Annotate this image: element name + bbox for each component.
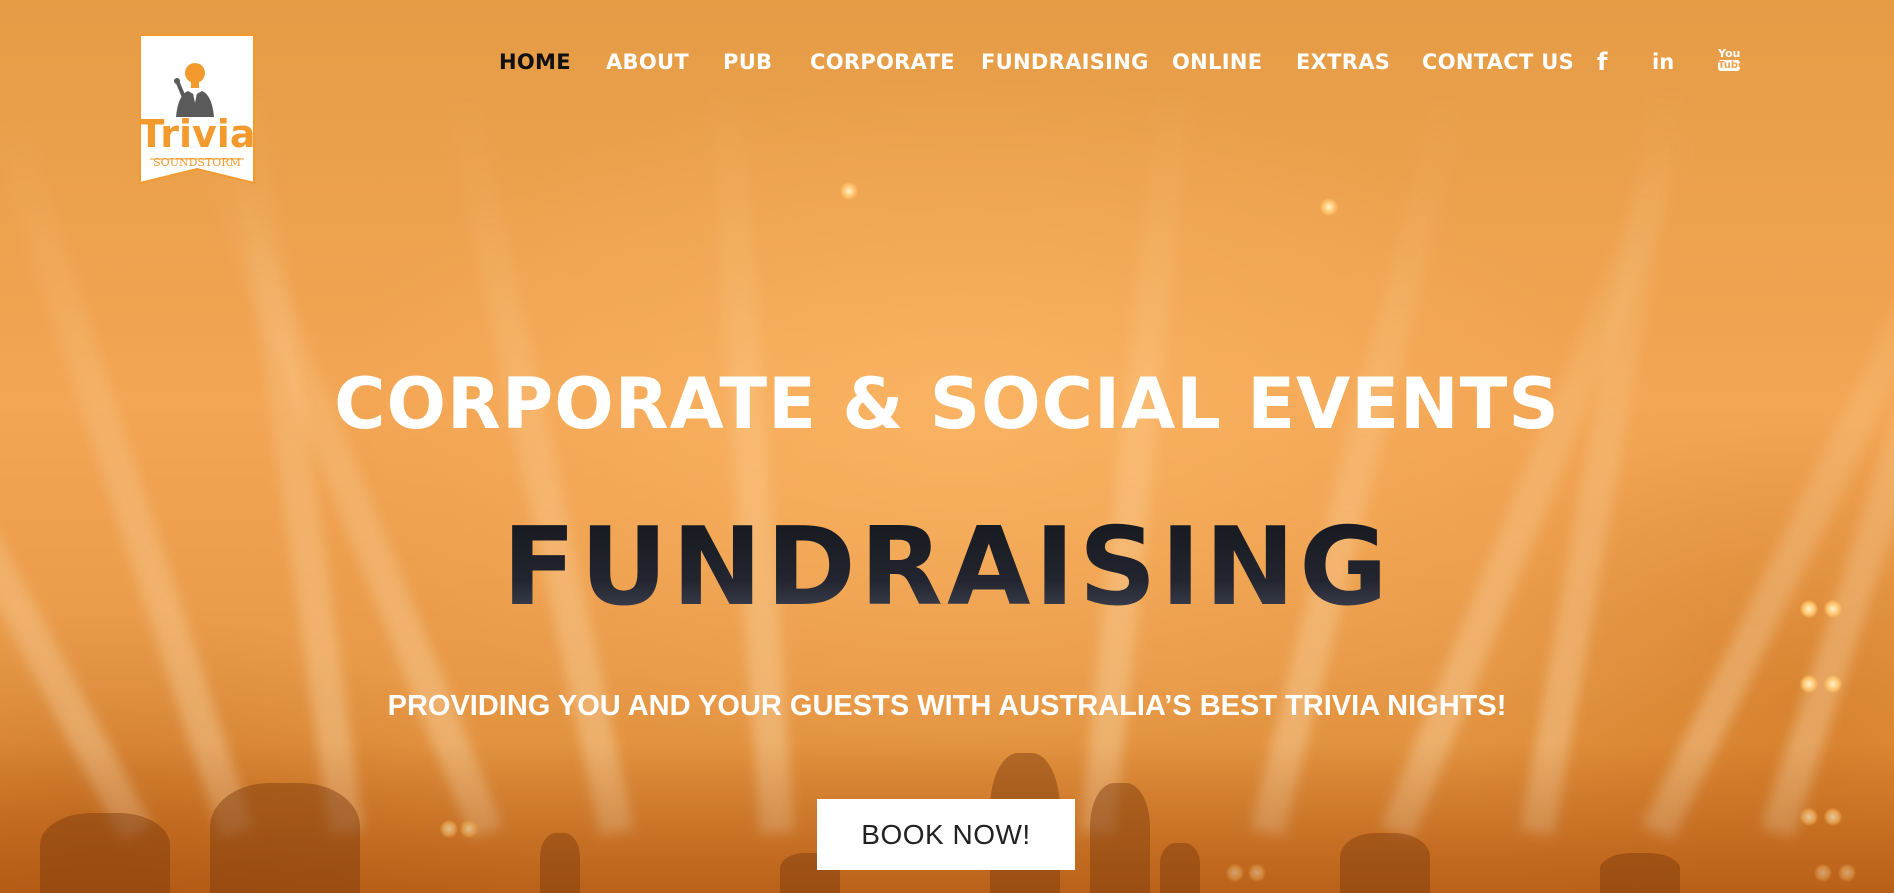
nav-item-online[interactable]: ONLINE — [1172, 50, 1262, 74]
hero-subhead: FUNDRAISING — [0, 508, 1894, 628]
nav-item-contact-us[interactable]: CONTACT US — [1422, 50, 1574, 74]
hero-section: Trivia SOUNDSTORM HOME ABOUT PUB CORPORA… — [0, 0, 1894, 893]
youtube-icon[interactable]: You Tube — [1718, 47, 1745, 71]
youtube-icon-bottom: Tube — [1718, 60, 1745, 71]
hero-headline: CORPORATE & SOCIAL EVENTS — [334, 363, 1560, 445]
youtube-icon-top: You — [1718, 47, 1741, 60]
nav-item-extras[interactable]: EXTRAS — [1296, 50, 1390, 74]
nav-item-fundraising[interactable]: FUNDRAISING — [981, 50, 1149, 74]
svg-text:SOUNDSTORM: SOUNDSTORM — [153, 156, 241, 169]
facebook-icon[interactable]: f — [1597, 48, 1607, 76]
hero-tagline: PROVIDING YOU AND YOUR GUESTS WITH AUSTR… — [387, 690, 1507, 722]
book-now-button[interactable]: BOOK NOW! — [817, 799, 1075, 870]
main-nav: HOME ABOUT PUB CORPORATE FUNDRAISING ONL… — [0, 44, 1894, 84]
linkedin-icon[interactable]: in — [1652, 50, 1674, 74]
nav-item-corporate[interactable]: CORPORATE — [810, 50, 955, 74]
nav-item-pub[interactable]: PUB — [723, 50, 772, 74]
svg-text:Trivia: Trivia — [139, 112, 256, 156]
nav-item-home[interactable]: HOME — [499, 50, 571, 74]
nav-item-about[interactable]: ABOUT — [606, 50, 689, 74]
